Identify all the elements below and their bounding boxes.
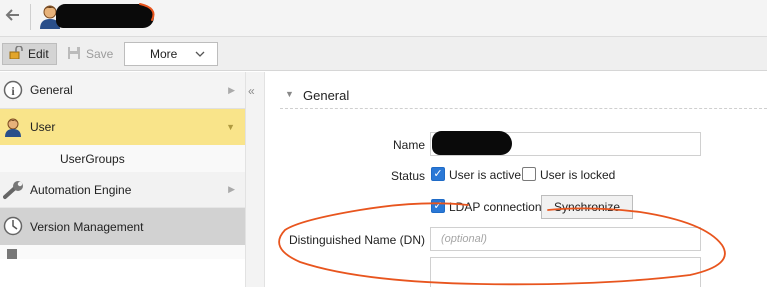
- user-active-checkbox[interactable]: ✓: [431, 167, 445, 181]
- section-title[interactable]: General: [303, 88, 349, 103]
- user-active-label[interactable]: User is active: [449, 168, 521, 182]
- collapse-left-icon[interactable]: «: [248, 84, 255, 98]
- section-divider: [280, 108, 767, 109]
- distinguished-name-input[interactable]: (optional): [430, 227, 701, 251]
- section-chevron-down-icon[interactable]: ▼: [285, 89, 294, 99]
- sidebar-item-general[interactable]: i General ▶: [0, 72, 245, 109]
- ldap-connection-label[interactable]: LDAP connection: [449, 200, 542, 214]
- sidebar-item-label: User: [30, 120, 56, 134]
- next-field[interactable]: [430, 257, 701, 287]
- edit-label: Edit: [28, 47, 49, 61]
- synchronize-button[interactable]: Synchronize: [541, 195, 633, 219]
- edit-button[interactable]: Edit: [2, 43, 57, 65]
- toolbar: Edit Save More: [0, 37, 767, 71]
- save-label: Save: [86, 47, 114, 61]
- sidebar-item-automation-engine[interactable]: Automation Engine ▶: [0, 172, 245, 208]
- sidebar-item-label: Automation Engine: [30, 182, 132, 197]
- more-dropdown[interactable]: More: [124, 42, 218, 66]
- sidebar-item-partial[interactable]: [0, 245, 245, 259]
- user-icon: [3, 117, 23, 137]
- user-locked-checkbox[interactable]: [522, 167, 536, 181]
- top-bar: [0, 0, 767, 37]
- redacted-name-value: [432, 131, 512, 155]
- sidebar-item-user[interactable]: User ▼: [0, 109, 245, 145]
- status-label: Status: [390, 169, 425, 183]
- sidebar-collapse-bar[interactable]: [245, 72, 265, 287]
- sidebar-item-usergroups[interactable]: UserGroups: [0, 145, 245, 172]
- chevron-right-icon: ▶: [228, 184, 235, 194]
- divider: [30, 4, 31, 30]
- sidebar-item-label: General: [30, 83, 73, 97]
- more-label: More: [150, 47, 178, 61]
- partial-icon: [3, 247, 23, 267]
- chevron-down-icon: ▼: [226, 122, 235, 132]
- sidebar-item-label: UserGroups: [60, 151, 125, 166]
- redacted-title: [56, 4, 154, 28]
- floppy-disk-icon: [67, 46, 81, 63]
- wrench-icon: [3, 180, 23, 200]
- info-icon: i: [3, 80, 23, 100]
- save-button[interactable]: Save: [67, 43, 117, 65]
- clock-icon: [3, 216, 23, 236]
- name-label: Name: [392, 138, 425, 152]
- user-locked-label[interactable]: User is locked: [540, 168, 615, 182]
- sidebar: i General ▶ User ▼ UserGroups Automation…: [0, 72, 245, 287]
- sidebar-item-label: Version Management: [30, 219, 144, 234]
- chevron-down-icon: [195, 49, 205, 60]
- ldap-connection-checkbox[interactable]: ✓: [431, 199, 445, 213]
- chevron-right-icon: ▶: [228, 84, 235, 95]
- distinguished-name-label: Distinguished Name (DN): [288, 233, 425, 247]
- sidebar-item-version-management[interactable]: Version Management: [0, 208, 245, 245]
- unlock-icon: [9, 45, 23, 62]
- back-arrow-icon[interactable]: [3, 5, 25, 27]
